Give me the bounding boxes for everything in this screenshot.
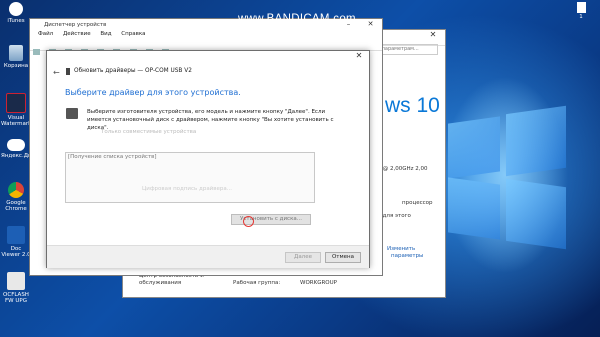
recycle-bin-icon (9, 45, 23, 61)
wallpaper-logo-pane (448, 116, 500, 179)
os-type: процессор (402, 200, 433, 206)
doc-viewer-icon (7, 226, 25, 244)
desktop-icon-yandex-disk[interactable]: Яндекс.Диск (1, 139, 38, 159)
file-icon (576, 2, 586, 13)
hardware-icon (66, 108, 78, 119)
ocflash-icon (7, 272, 25, 290)
change-settings-link[interactable]: Изменить (387, 246, 415, 252)
desktop-icon-label: OCFLASH FW UPG (3, 292, 29, 304)
usb-device-icon (66, 68, 70, 75)
back-arrow-icon[interactable]: ← (53, 68, 60, 77)
menu-file[interactable]: Файл (38, 31, 53, 37)
desktop-icon-top-right[interactable]: 1 (574, 2, 588, 20)
wallpaper-logo-pane (506, 178, 566, 250)
settings-link[interactable]: параметры (391, 253, 423, 259)
driver-signature-text: Цифровая подпись драйвера... (142, 186, 232, 192)
system-search-input[interactable]: к параметрам... (374, 44, 438, 55)
desktop-icon-label: Doc Viewer 2.0 (1, 246, 31, 258)
desktop-icon-label: iTunes (7, 18, 25, 24)
search-placeholder: к параметрам... (377, 46, 419, 52)
desktop-icon-label: Visual Watermark (1, 115, 32, 127)
chrome-icon (8, 182, 24, 198)
dialog-heading: Выберите драйвер для этого устройства. (65, 88, 241, 97)
desktop-icon-label: Корзина (3, 63, 29, 69)
desktop-icon-label: Яндекс.Диск (1, 153, 38, 159)
compatible-only-checkbox[interactable]: Только совместимые устройства (101, 129, 196, 135)
close-icon[interactable]: ✕ (364, 19, 377, 30)
itunes-icon (9, 2, 23, 16)
dialog-button-bar: Далее Отмена (47, 245, 369, 268)
desktop-icon-label: 1 (579, 14, 583, 20)
wallpaper-logo-pane (448, 177, 500, 240)
dialog-title: Обновить драйверы — OP-COM USB V2 (74, 68, 192, 74)
watermark-app-icon (6, 93, 26, 113)
maintenance-label: обслуживания (139, 280, 182, 286)
desktop-icon-ocflash[interactable]: OCFLASH FW UPG (1, 272, 31, 304)
workgroup-value: WORKGROUP (300, 280, 337, 286)
click-highlight-cursor (243, 216, 254, 227)
menu-help[interactable]: Справка (121, 31, 145, 37)
menu-bar: Файл Действие Вид Справка (30, 31, 382, 40)
windows-brand-text: ws 10 (385, 94, 440, 117)
desktop-icon-chrome[interactable]: Google Chrome (1, 182, 31, 212)
desktop-icon-recycle-bin[interactable]: Корзина (1, 45, 31, 69)
menu-action[interactable]: Действие (63, 31, 91, 37)
desktop-icon-label: Google Chrome (5, 200, 27, 212)
desktop-icon-doc-viewer[interactable]: Doc Viewer 2.0 (1, 226, 31, 258)
menu-view[interactable]: Вид (100, 31, 111, 37)
workgroup-label: Рабочая группа: (233, 280, 281, 286)
device-manager-title: Диспетчер устройств (44, 22, 107, 28)
recorder-watermark: www.BANDICAM.com (238, 13, 356, 25)
device-model-list[interactable]: [Получение списка устройств] (65, 152, 315, 203)
back-icon[interactable] (33, 49, 40, 55)
list-loading-text: [Получение списка устройств] (68, 154, 157, 160)
wallpaper-logo-pane (506, 105, 566, 177)
desktop-icon-itunes[interactable]: iTunes (1, 2, 31, 24)
dialog-close-icon[interactable]: ✕ (351, 51, 367, 63)
screen: iTunes Корзина Visual Watermark Яндекс.Д… (0, 0, 600, 337)
cancel-button[interactable]: Отмена (325, 252, 361, 263)
system-window-close-icon[interactable]: ✕ (423, 30, 443, 42)
cloud-icon (7, 139, 25, 151)
update-driver-dialog[interactable]: ✕ ← Обновить драйверы — OP-COM USB V2 Вы… (46, 50, 370, 268)
desktop-icon-visual-watermark[interactable]: Visual Watermark (1, 93, 31, 127)
next-button[interactable]: Далее (285, 252, 321, 263)
